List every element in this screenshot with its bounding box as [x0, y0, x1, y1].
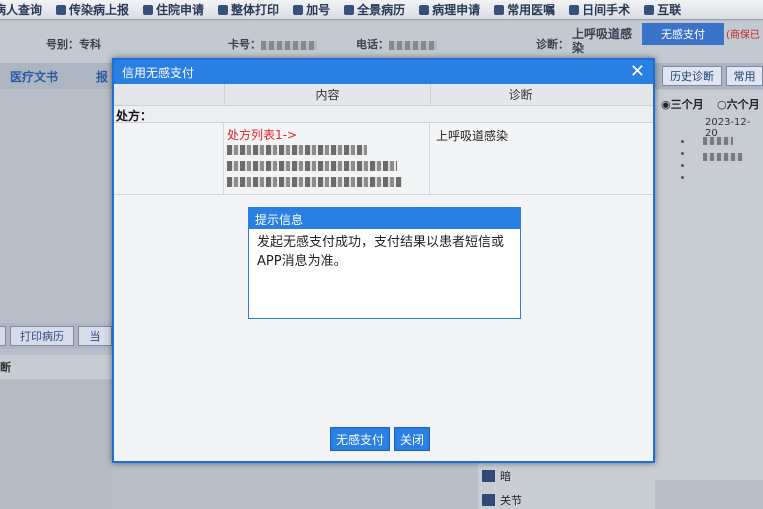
list-item[interactable]: 关节: [482, 492, 522, 508]
insurance-note: (商保已: [726, 30, 760, 41]
tip-message: 发起无感支付成功，支付结果以患者短信或APP消息为准。: [257, 235, 505, 269]
printer-icon: [218, 4, 229, 15]
history-panel: ◉三个月 ○六个月 2023-12-20: [655, 90, 763, 480]
radio-label: 三个月: [670, 98, 704, 111]
left-lower-area: [0, 380, 112, 509]
list-item-label: 暗: [500, 470, 511, 483]
bottom-list: 暗 关节: [478, 462, 655, 509]
redacted-phone: [389, 40, 437, 50]
dialog-title-bar: 信用无感支付 ✕: [114, 60, 653, 84]
toolbar-item-label: 病理申请: [432, 3, 481, 17]
diagnosis-label: 诊断：: [536, 38, 569, 51]
toolbar-item-label: 互联: [657, 3, 682, 17]
toolbar-item-label: 全景病历: [357, 3, 406, 17]
left-row-label: 断: [0, 355, 112, 379]
toolbar-item-label: 加号: [306, 3, 331, 17]
radio-three-months[interactable]: ◉三个月: [661, 96, 704, 112]
content-cell: 处方列表1->: [224, 123, 430, 194]
left-button-2[interactable]: 当: [78, 326, 112, 346]
main-toolbar: 病人查询 传染病上报 住院申请 整体打印 加号 全景病历 病理申请 常用医嘱 日…: [0, 0, 763, 20]
bed-icon: [143, 4, 154, 15]
tab-report[interactable]: 报: [96, 68, 108, 85]
user-icon: [494, 4, 505, 15]
radio-label: 六个月: [726, 98, 760, 111]
left-edge-button[interactable]: [0, 326, 6, 346]
redacted-drug-line: [227, 161, 397, 171]
plus-icon: [293, 4, 304, 15]
prescription-list-link[interactable]: 处方列表1->: [227, 126, 297, 143]
folder-icon: [482, 470, 495, 482]
card-label-text: 卡号：: [228, 38, 261, 51]
toolbar-common-orders[interactable]: 常用医嘱: [494, 1, 555, 18]
heart-icon: [569, 4, 580, 15]
microscope-icon: [419, 4, 430, 15]
sensorless-pay-button-bg[interactable]: 无感支付: [642, 23, 724, 45]
row-blank-cell: [114, 123, 224, 194]
list-item[interactable]: 暗: [482, 468, 511, 484]
toolbar-item-label: 住院申请: [156, 3, 205, 17]
close-icon[interactable]: ✕: [630, 63, 645, 81]
toolbar-infectious-report[interactable]: 传染病上报: [56, 1, 129, 18]
list-item-label: 关节: [500, 494, 522, 507]
toolbar-print-all[interactable]: 整体打印: [218, 1, 279, 18]
redacted-entry: [703, 137, 733, 145]
timeline-dot: [681, 164, 684, 167]
dialog-title: 信用无感支付: [122, 65, 195, 80]
redacted-entry: [703, 153, 743, 161]
dept-label: 号别：专科: [46, 38, 101, 51]
tip-title: 提示信息: [249, 208, 520, 229]
toolbar-day-surgery[interactable]: 日间手术: [569, 1, 630, 18]
toolbar-internet[interactable]: 互联: [644, 1, 681, 18]
grid-header: 内容 诊断: [114, 84, 653, 106]
toolbar-item-label: 传染病上报: [69, 3, 130, 17]
column-header-diagnosis: 诊断: [430, 84, 610, 105]
redacted-card-number: [261, 40, 317, 50]
report-icon: [56, 4, 67, 15]
timeline-dot: [681, 140, 684, 143]
toolbar-item-label: 日间手术: [582, 3, 631, 17]
phone-label-text: 电话：: [356, 38, 389, 51]
column-header-blank: [114, 84, 224, 105]
prescription-grid: 内容 诊断 处方： 处方列表1-> 上呼吸道感染: [114, 84, 653, 195]
tab-medical-documents[interactable]: 医疗文书: [10, 68, 58, 85]
tab-history-diagnosis[interactable]: 历史诊断: [662, 66, 722, 86]
print-record-button[interactable]: 打印病历: [10, 326, 74, 346]
toolbar-item-label: 常用医嘱: [507, 3, 556, 17]
folder-icon: [482, 494, 495, 506]
redacted-drug-line: [227, 145, 367, 155]
toolbar-patient-query[interactable]: 病人查询: [0, 1, 42, 18]
toolbar-item-label: 整体打印: [231, 3, 280, 17]
toolbar-full-record[interactable]: 全景病历: [344, 1, 405, 18]
diagnosis-cell: 上呼吸道感染: [430, 123, 610, 194]
toolbar-admission-request[interactable]: 住院申请: [143, 1, 204, 18]
tip-message-box: 提示信息 发起无感支付成功，支付结果以患者短信或APP消息为准。: [248, 207, 521, 319]
prescription-section-label: 处方：: [114, 106, 653, 123]
monitor-icon: [344, 4, 355, 15]
table-row: 处方列表1-> 上呼吸道感染: [114, 123, 653, 195]
dialog-button-row: 无感支付 关闭: [330, 427, 431, 451]
toolbar-pathology-request[interactable]: 病理申请: [419, 1, 480, 18]
history-date: 2023-12-20: [705, 117, 751, 139]
left-button-row: 打印病历 当: [0, 323, 112, 349]
column-header-content: 内容: [224, 84, 430, 105]
card-number-label: 卡号：: [228, 36, 317, 52]
phone-label: 电话：: [356, 36, 437, 52]
timeline-dot: [681, 176, 684, 179]
close-button[interactable]: 关闭: [394, 427, 431, 451]
diagnosis-text: 上呼吸道感染: [436, 129, 509, 143]
toolbar-item-label: 病人查询: [0, 3, 43, 17]
timeline-dot: [681, 152, 684, 155]
diagnosis-value: 上呼吸道感染: [572, 27, 633, 55]
toolbar-add-number[interactable]: 加号: [293, 1, 330, 18]
sensorless-pay-button[interactable]: 无感支付: [330, 427, 391, 451]
credit-sensorless-pay-dialog: 信用无感支付 ✕ 内容 诊断 处方： 处方列表1-> 上呼吸道感染 提示信息 发…: [112, 58, 655, 463]
redacted-drug-line: [227, 177, 402, 187]
radio-six-months[interactable]: ○六个月: [717, 96, 760, 112]
tab-common[interactable]: 常用: [726, 66, 763, 86]
internet-icon: [644, 4, 655, 15]
